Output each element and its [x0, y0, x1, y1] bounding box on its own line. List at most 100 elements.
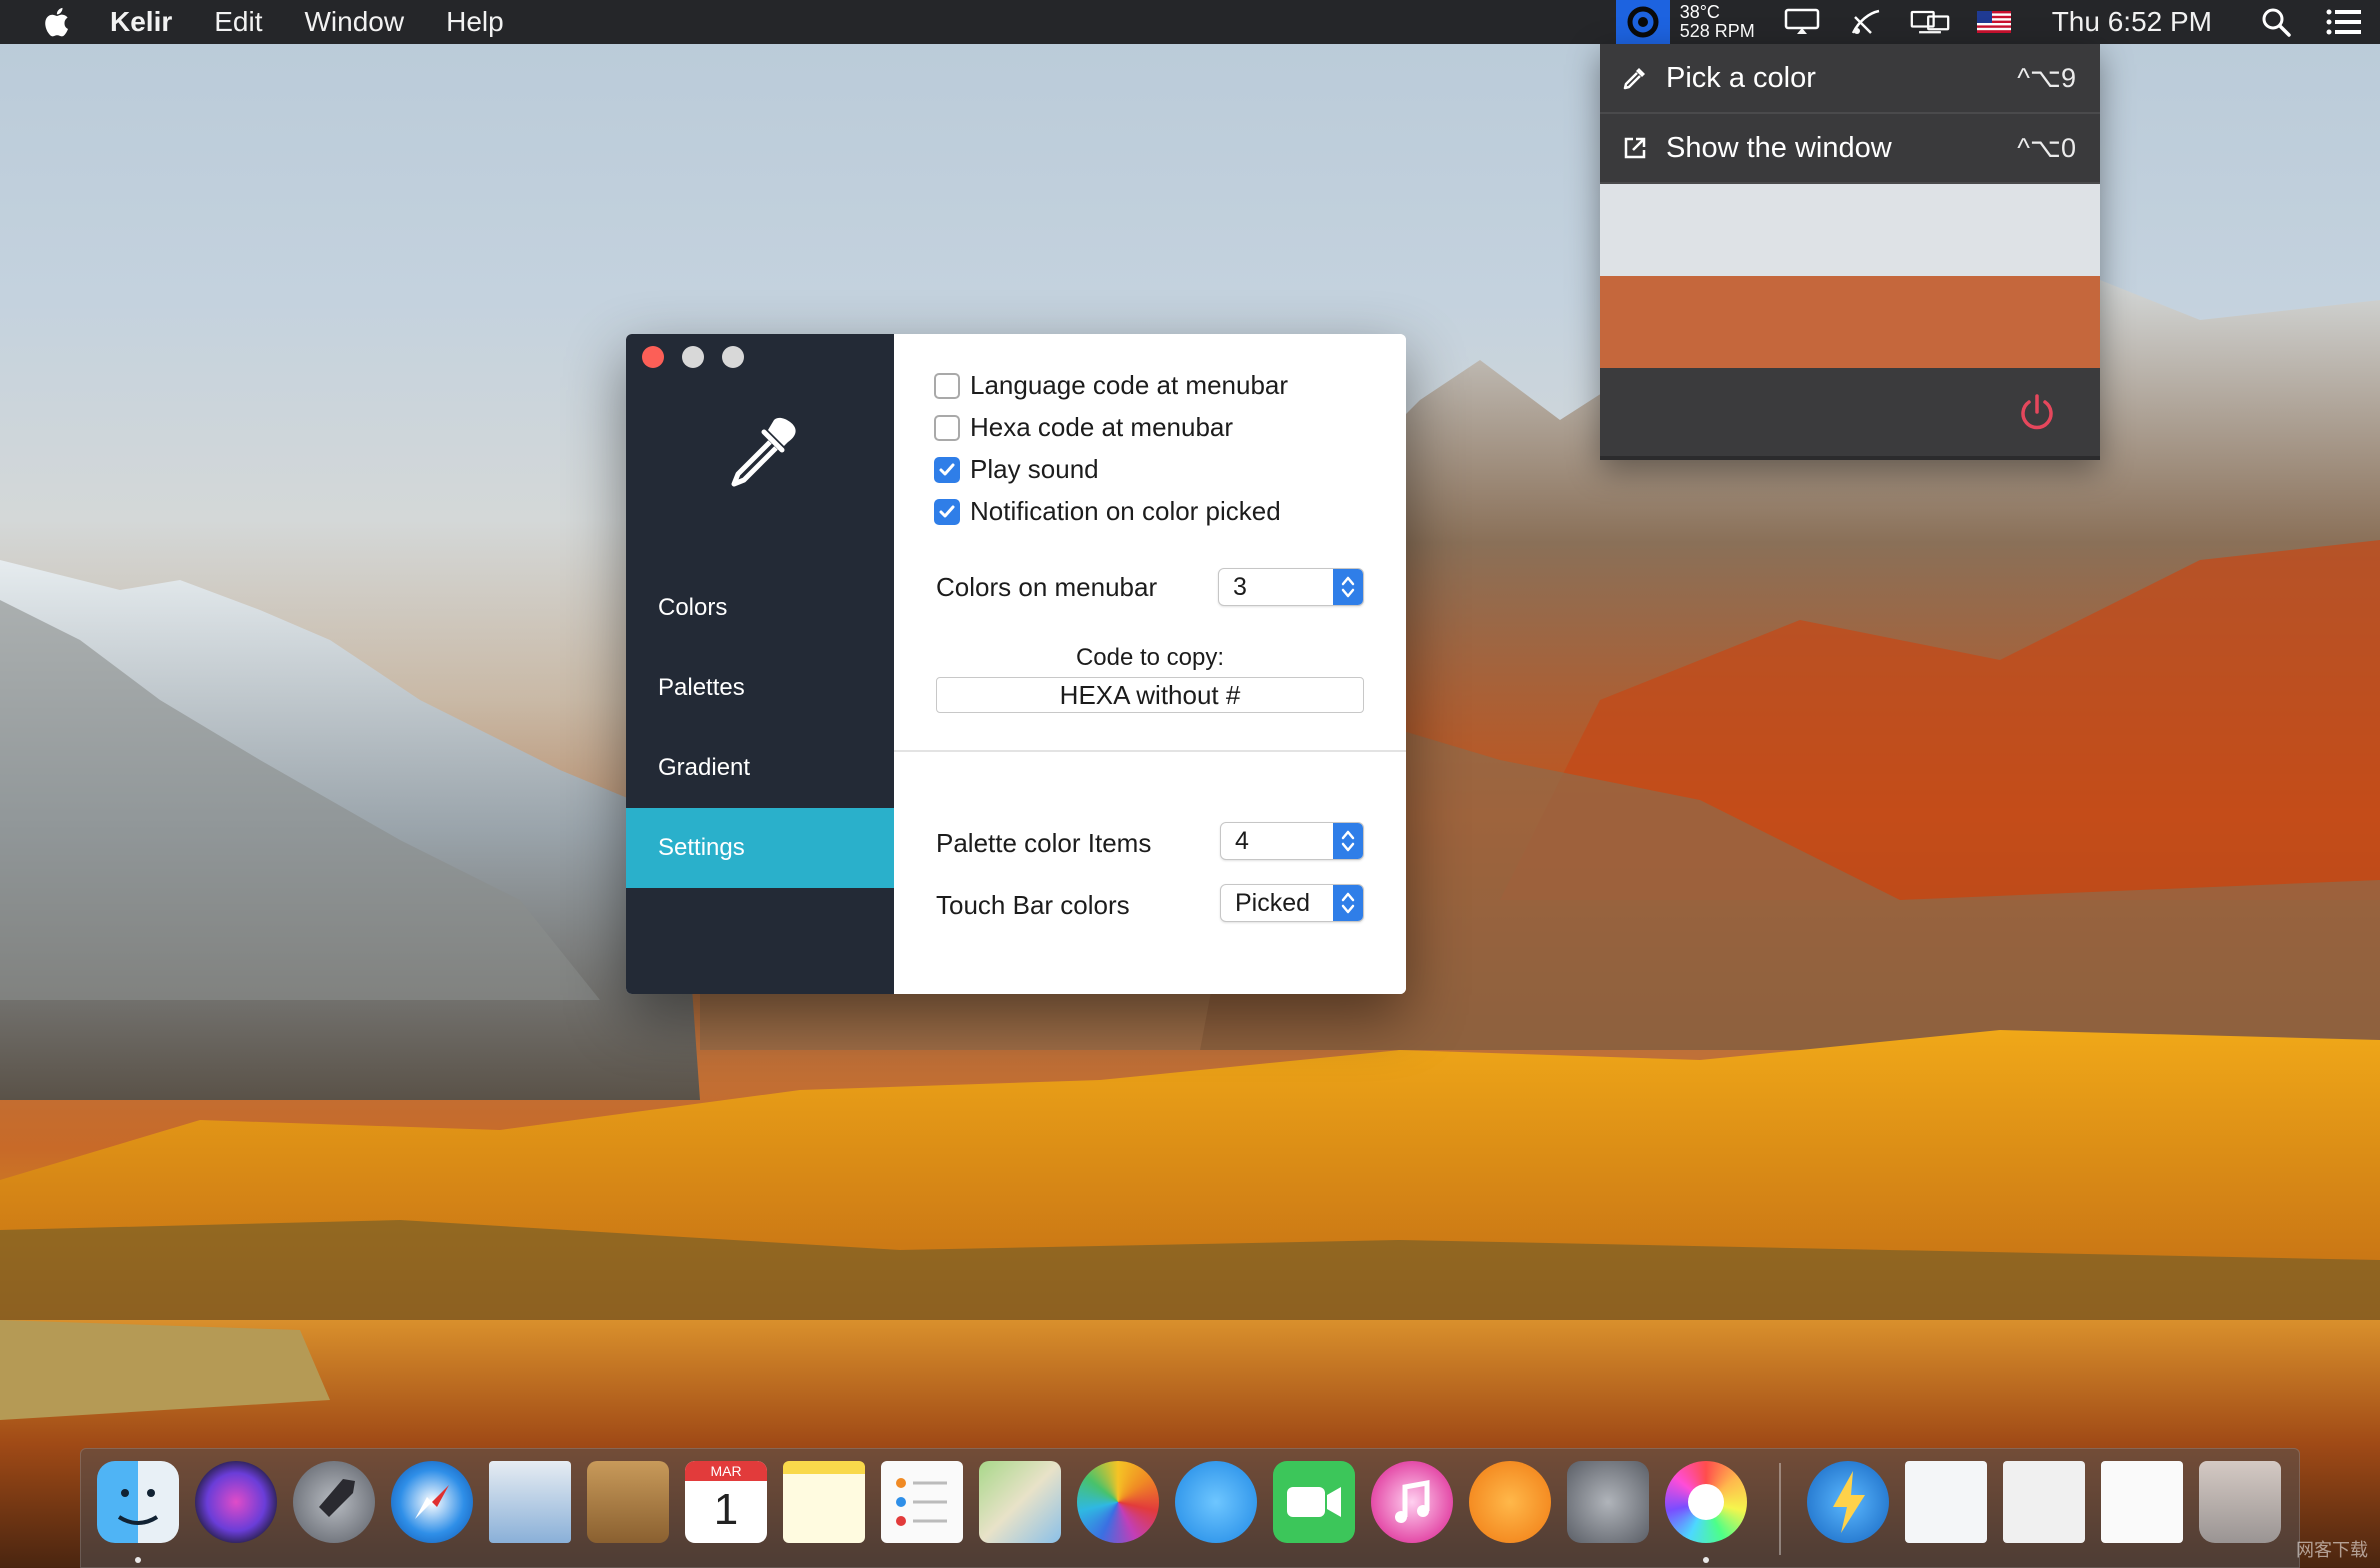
palette-items-label: Palette color Items — [936, 828, 1152, 858]
show-window-menu-item[interactable]: Show the window ^⌥0 — [1600, 114, 2100, 184]
kelir-dock-icon[interactable] — [1665, 1461, 1747, 1543]
us-flag-icon[interactable] — [1974, 7, 2014, 37]
display-icon[interactable] — [1782, 7, 1822, 37]
notification-checkbox[interactable] — [934, 498, 960, 525]
system-preferences-gear-icon[interactable] — [1567, 1461, 1649, 1543]
fan-rpm-readout: 528 RPM — [1679, 21, 1755, 41]
hexa-code-label: Hexa code at menubar — [970, 412, 1234, 442]
show-window-label: Show the window — [1666, 131, 1892, 164]
temperature-readout: 38°C — [1679, 2, 1720, 22]
messages-dock-icon[interactable] — [1175, 1461, 1257, 1543]
select-arrows-icon — [1333, 823, 1363, 859]
document-stack-icon[interactable] — [1905, 1461, 1987, 1543]
minimize-window-button[interactable] — [682, 346, 704, 368]
maps-dock-icon[interactable] — [979, 1461, 1061, 1543]
select-arrows-icon — [1333, 569, 1363, 605]
screenshot-stack-icon[interactable] — [2003, 1461, 2085, 1543]
screens-icon[interactable] — [1910, 7, 1950, 37]
kelir-settings-window: Colors Palettes Gradient Settings Langua… — [626, 334, 1406, 994]
play-sound-label: Play sound — [970, 454, 1099, 484]
spotlight-search-icon[interactable] — [2256, 7, 2296, 37]
play-sound-checkbox[interactable] — [934, 456, 960, 483]
reminders-dock-icon[interactable] — [881, 1461, 963, 1543]
launchpad-dock-icon[interactable] — [293, 1461, 375, 1543]
menu-bar: Kelir Edit Window Help 38°C 528 RPM Thu … — [0, 0, 2380, 44]
settings-panel: Language code at menubar Hexa code at me… — [894, 334, 1406, 994]
apple-menu-icon[interactable] — [36, 5, 76, 39]
fan-monitor[interactable]: 38°C 528 RPM — [1680, 3, 1770, 41]
clock[interactable]: Thu 6:52 PM — [2052, 6, 2212, 38]
sidebar-item-colors[interactable]: Colors — [626, 568, 894, 648]
menu-edit[interactable]: Edit — [214, 0, 262, 44]
siri-dock-icon[interactable] — [195, 1461, 277, 1543]
menu-help[interactable]: Help — [446, 0, 504, 44]
dock-separator — [1779, 1463, 1781, 1555]
kelir-running-indicator — [1703, 1557, 1709, 1563]
code-to-copy-select[interactable]: HEXA without # — [936, 677, 1364, 713]
hexa-code-checkbox-row[interactable]: Hexa code at menubar — [934, 412, 1233, 443]
checkmark-icon — [939, 505, 955, 517]
pick-color-menu-item[interactable]: Pick a color ^⌥9 — [1600, 44, 2100, 114]
touchbar-colors-select[interactable]: Picked — [1220, 884, 1364, 922]
downloads-stack-icon[interactable] — [1807, 1461, 1889, 1543]
trash-icon[interactable] — [2199, 1461, 2281, 1543]
section-divider — [894, 750, 1406, 752]
checkmark-icon — [939, 463, 955, 475]
menu-app-name[interactable]: Kelir — [110, 0, 172, 44]
notification-center-icon[interactable] — [2324, 7, 2364, 37]
notification-label: Notification on color picked — [970, 496, 1281, 526]
external-window-icon — [1622, 133, 1652, 163]
language-code-checkbox[interactable] — [934, 372, 960, 399]
finder-running-indicator — [135, 1557, 141, 1563]
close-window-button[interactable] — [642, 346, 664, 368]
sidebar-item-palettes[interactable]: Palettes — [626, 648, 894, 728]
sidebar-item-settings[interactable]: Settings — [626, 808, 894, 888]
recent-color-swatch-1[interactable] — [1600, 184, 2100, 276]
zoom-window-button[interactable] — [722, 346, 744, 368]
hexa-code-checkbox[interactable] — [934, 414, 960, 441]
watermark: 网客下载 — [2296, 1540, 2368, 1560]
mail-dock-icon[interactable] — [489, 1461, 571, 1543]
play-sound-checkbox-row[interactable]: Play sound — [934, 454, 1099, 485]
photos-dock-icon[interactable] — [1077, 1461, 1159, 1543]
popover-footer — [1600, 368, 2100, 456]
colors-on-menubar-value: 3 — [1233, 572, 1247, 601]
colors-on-menubar-select[interactable]: 3 — [1218, 568, 1364, 606]
kelir-menubar-popover: Pick a color ^⌥9 Show the window ^⌥0 — [1600, 44, 2100, 460]
dock: MAR 1 — [80, 1448, 2300, 1568]
status-area: 38°C 528 RPM Thu 6:52 PM — [1615, 0, 2380, 44]
palette-items-select[interactable]: 4 — [1220, 822, 1364, 860]
itunes-dock-icon[interactable] — [1371, 1461, 1453, 1543]
finder-dock-icon[interactable] — [97, 1461, 179, 1543]
contacts-dock-icon[interactable] — [587, 1461, 669, 1543]
notification-checkbox-row[interactable]: Notification on color picked — [934, 496, 1281, 527]
menu-window[interactable]: Window — [305, 0, 405, 44]
palette-items-value: 4 — [1235, 826, 1249, 855]
sidebar-item-gradient[interactable]: Gradient — [626, 728, 894, 808]
language-code-checkbox-row[interactable]: Language code at menubar — [934, 370, 1288, 401]
calendar-day: 1 — [713, 1485, 739, 1534]
sidebar: Colors Palettes Gradient Settings — [626, 334, 894, 994]
calendar-month: MAR — [685, 1461, 767, 1481]
safari-dock-icon[interactable] — [391, 1461, 473, 1543]
calendar-sheet-stack-icon[interactable] — [2101, 1461, 2183, 1543]
satellite-icon[interactable] — [1846, 7, 1886, 37]
power-quit-icon[interactable] — [2016, 392, 2058, 434]
kelir-eyedropper-logo-icon — [722, 412, 802, 492]
select-arrows-icon — [1333, 885, 1363, 921]
window-controls — [642, 346, 744, 368]
calendar-dock-icon[interactable]: MAR 1 — [685, 1461, 767, 1543]
facetime-dock-icon[interactable] — [1273, 1461, 1355, 1543]
sidebar-nav: Colors Palettes Gradient Settings — [626, 568, 894, 888]
language-code-label: Language code at menubar — [970, 370, 1289, 400]
eyedropper-icon — [1622, 63, 1652, 93]
touchbar-colors-label: Touch Bar colors — [936, 890, 1130, 920]
kelir-status-icon[interactable] — [1615, 0, 1670, 44]
touchbar-colors-value: Picked — [1235, 888, 1311, 917]
recent-color-swatch-2[interactable] — [1600, 276, 2100, 368]
pick-color-shortcut: ^⌥9 — [2017, 62, 2076, 93]
colors-on-menubar-label: Colors on menubar — [936, 572, 1158, 602]
ibooks-dock-icon[interactable] — [1469, 1461, 1551, 1543]
show-window-shortcut: ^⌥0 — [2017, 132, 2076, 163]
notes-dock-icon[interactable] — [783, 1461, 865, 1543]
